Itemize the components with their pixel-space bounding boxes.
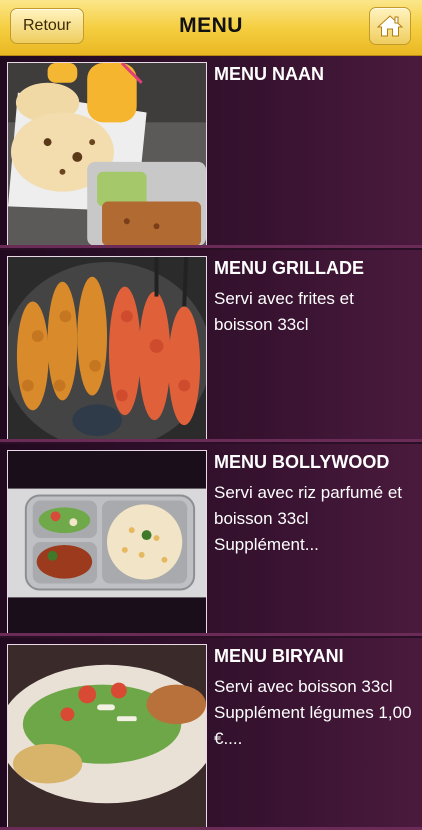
menu-item-description: Servi avec riz parfumé et boisson 33cl S…	[214, 483, 403, 554]
menu-item-bollywood[interactable]: MENU BOLLYWOOD Servi avec riz parfumé et…	[0, 444, 422, 636]
menu-item-description: Servi avec frites et boisson 33cl	[214, 289, 354, 334]
menu-item-title: MENU BIRYANI	[214, 646, 344, 666]
menu-item-title: MENU NAAN	[214, 64, 324, 84]
naan-photo	[7, 62, 207, 247]
menu-list[interactable]: MENU NAAN MENU GRILLADE Servi avec frite…	[0, 56, 422, 830]
bollywood-plate-photo	[7, 450, 207, 635]
page-title: MENU	[179, 14, 243, 37]
menu-item-title: MENU GRILLADE	[214, 258, 364, 278]
biryani-photo	[7, 644, 207, 829]
menu-item-grillade[interactable]: MENU GRILLADE Servi avec frites et boiss…	[0, 250, 422, 442]
menu-item-naan[interactable]: MENU NAAN	[0, 56, 422, 248]
menu-item-title: MENU BOLLYWOOD	[214, 452, 390, 472]
menu-item-biryani[interactable]: MENU BIRYANI Servi avec boisson 33cl Sup…	[0, 638, 422, 830]
home-button[interactable]	[369, 7, 411, 45]
menu-item-description: Servi avec boisson 33cl Supplément légum…	[214, 677, 412, 748]
home-icon	[377, 15, 403, 37]
top-bar: Retour MENU	[0, 0, 422, 56]
grill-skewers-photo	[7, 256, 207, 441]
